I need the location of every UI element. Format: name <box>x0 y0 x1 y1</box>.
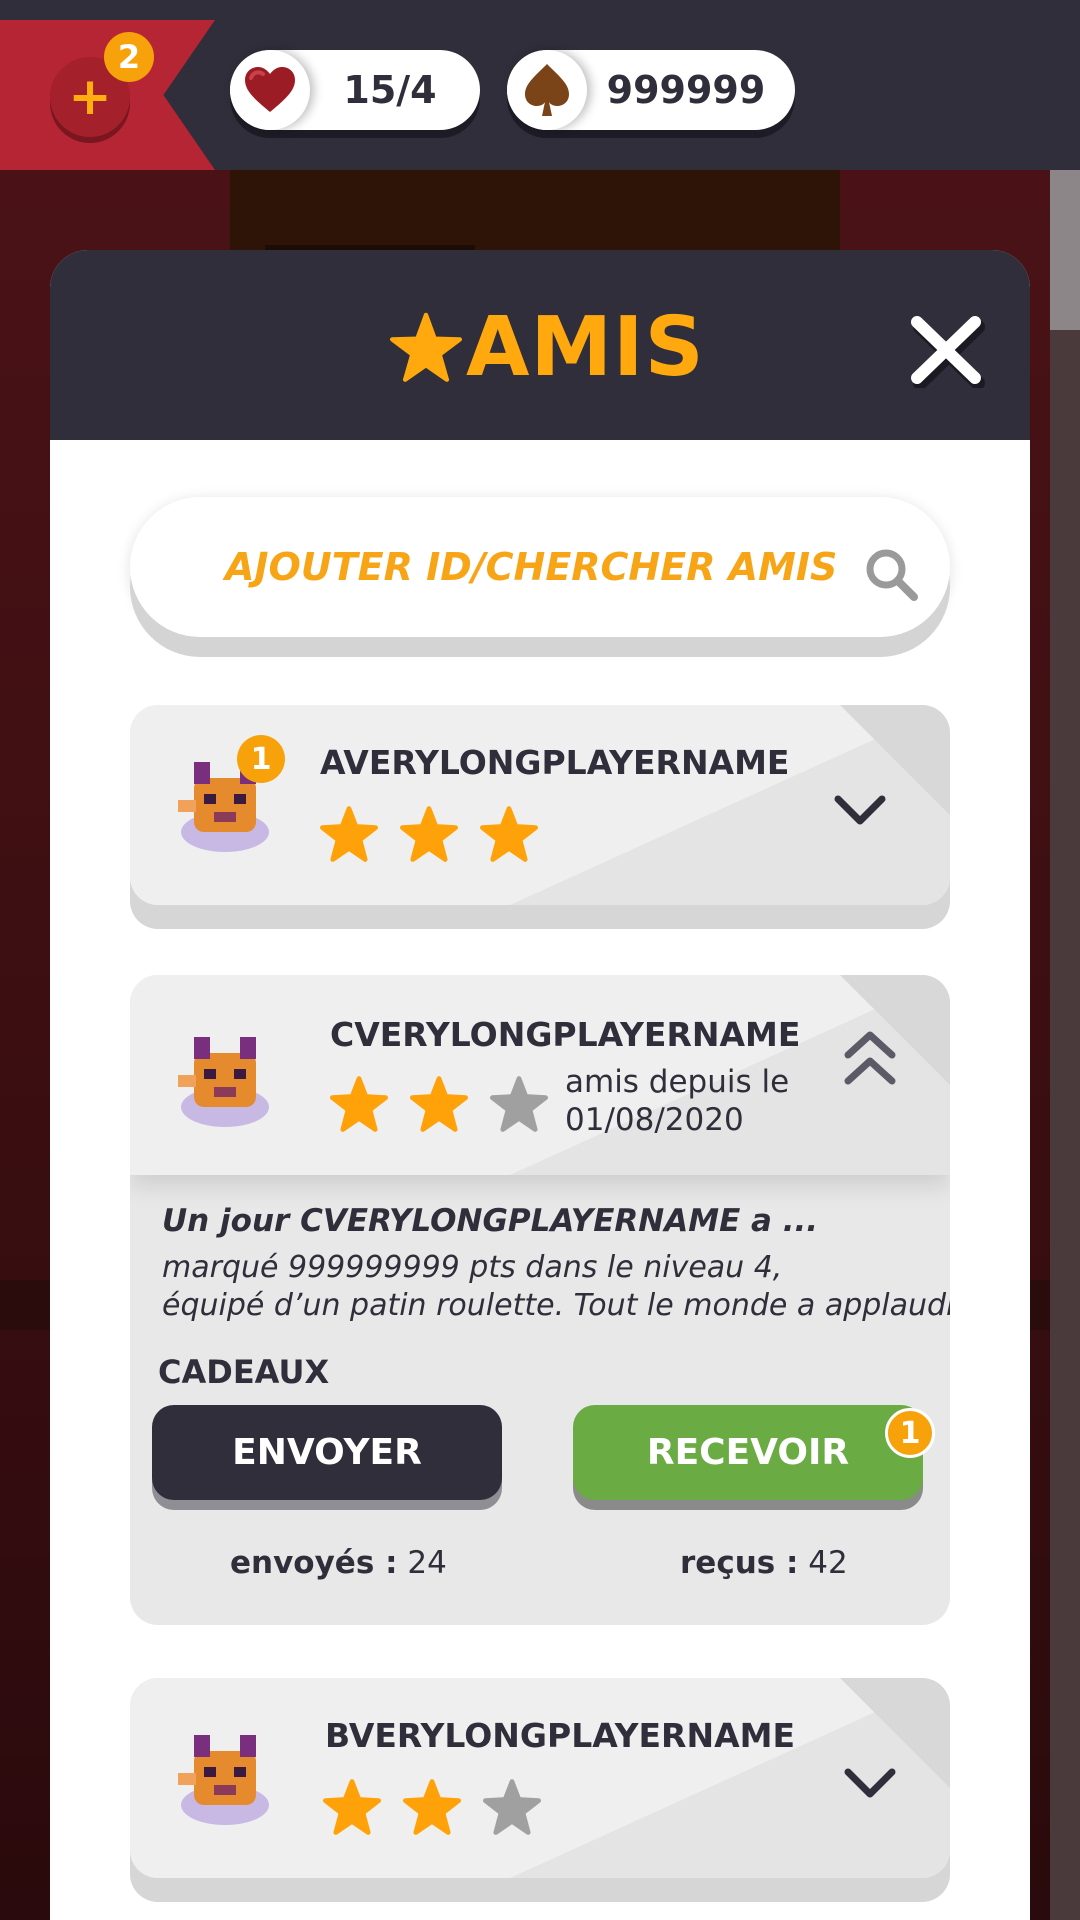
star-icon <box>330 1076 388 1132</box>
friend-card[interactable]: BVERYLONGPLAYERNAME <box>130 1678 950 1878</box>
close-icon[interactable] <box>905 308 985 388</box>
modal-title-text: AMIS <box>466 300 705 395</box>
story-title: Un jour CVERYLONGPLAYERNAME a ... <box>162 1203 819 1239</box>
story-line: marqué 999999999 pts dans le niveau 4, <box>162 1250 783 1285</box>
friends-since: amis depuis le 01/08/2020 <box>565 1063 789 1139</box>
hearts-value: 15/4 <box>343 68 437 112</box>
chevron-up-double-icon[interactable] <box>840 1025 900 1095</box>
star-empty-icon <box>490 1076 548 1132</box>
star-icon <box>410 1076 468 1132</box>
send-gift-button[interactable]: ENVOYER <box>152 1405 502 1500</box>
rating-stars <box>320 805 560 863</box>
scrollbar-track[interactable] <box>1050 170 1080 1920</box>
spade-icon <box>507 50 587 130</box>
star-empty-icon <box>483 1779 541 1835</box>
friends-since-date: 01/08/2020 <box>565 1102 744 1138</box>
rating-stars <box>323 1778 563 1836</box>
sent-value: 24 <box>407 1545 447 1581</box>
coins-counter[interactable]: 999999 <box>507 50 795 130</box>
friend-card[interactable]: 1 AVERYLONGPLAYERNAME <box>130 705 950 905</box>
receive-badge: 1 <box>885 1408 935 1458</box>
story-line: équipé d’un patin roulette. Tout le mond… <box>162 1288 950 1323</box>
hearts-counter[interactable]: 15/4 <box>230 50 480 130</box>
notification-badge: 2 <box>104 32 154 82</box>
sent-count: envoyés : 24 <box>230 1545 447 1581</box>
avatar <box>178 1735 269 1825</box>
friends-modal: AMIS AJOUTER ID/CHERCHER AMIS 1 AVERYLON… <box>50 250 1030 1920</box>
player-name: AVERYLONGPLAYERNAME <box>320 743 790 782</box>
coins-value: 999999 <box>606 68 766 112</box>
search-input[interactable]: AJOUTER ID/CHERCHER AMIS <box>130 497 950 637</box>
star-icon <box>400 806 458 862</box>
rating-stars <box>330 1075 570 1133</box>
chevron-down-icon[interactable] <box>840 1758 900 1808</box>
star-icon <box>320 806 378 862</box>
heart-icon <box>230 50 310 130</box>
friends-since-label: amis depuis le <box>565 1064 790 1100</box>
star-icon <box>390 312 462 382</box>
star-icon <box>403 1779 461 1835</box>
player-name: BVERYLONGPLAYERNAME <box>325 1716 795 1755</box>
gifts-label: CADEAUX <box>158 1353 330 1391</box>
sent-label: envoyés : <box>230 1545 398 1581</box>
received-count: reçus : 42 <box>680 1545 848 1581</box>
player-name: CVERYLONGPLAYERNAME <box>330 1015 801 1054</box>
star-icon <box>480 806 538 862</box>
receive-gift-button[interactable]: RECEVOIR <box>573 1405 923 1500</box>
friend-badge: 1 <box>237 735 285 783</box>
chevron-down-icon[interactable] <box>830 785 890 835</box>
received-label: reçus : <box>680 1545 799 1581</box>
received-value: 42 <box>808 1545 848 1581</box>
star-icon <box>323 1779 381 1835</box>
scrollbar-thumb[interactable] <box>1050 170 1080 330</box>
search-placeholder: AJOUTER ID/CHERCHER AMIS <box>225 545 838 589</box>
avatar <box>178 1037 269 1127</box>
modal-header: AMIS <box>50 250 1030 440</box>
modal-title: AMIS <box>390 300 705 395</box>
friend-card-expanded: CVERYLONGPLAYERNAME amis depuis le 01/08… <box>130 975 950 1625</box>
search-icon[interactable] <box>862 545 922 605</box>
